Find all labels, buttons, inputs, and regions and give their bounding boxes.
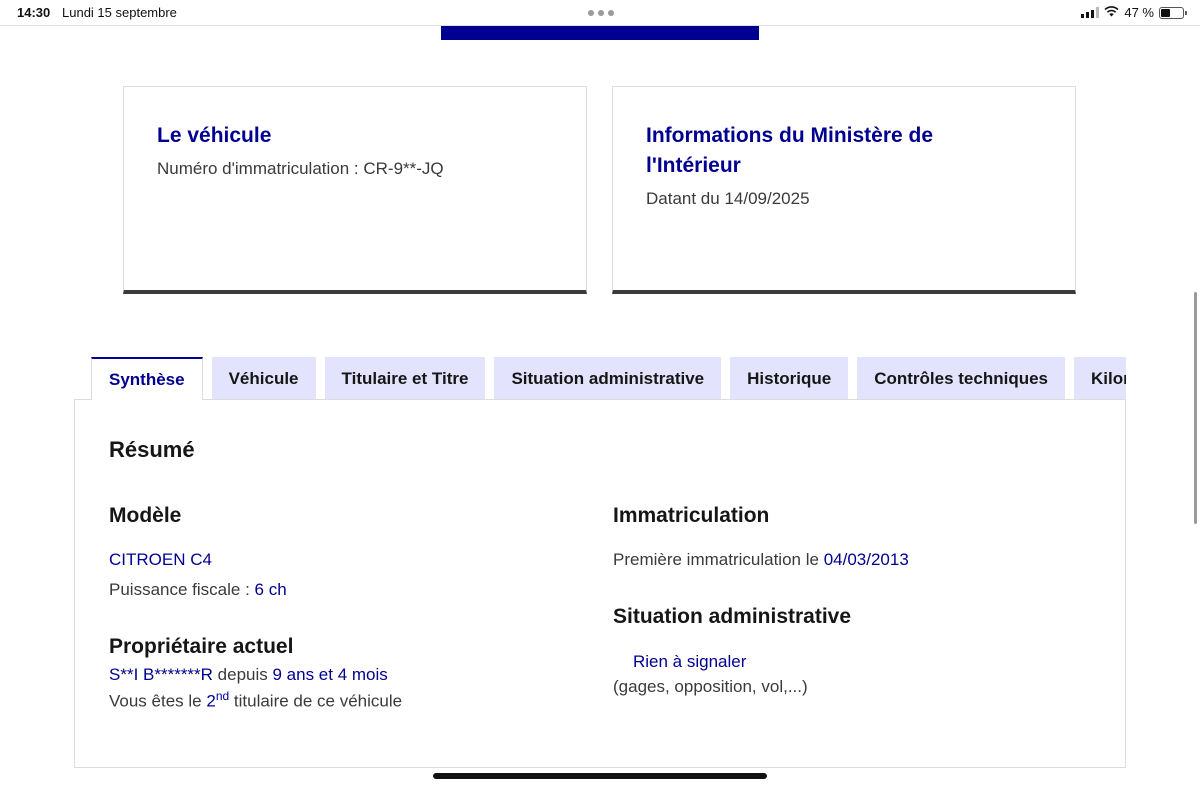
fiscal-power-value: 6 ch [254, 580, 287, 599]
fiscal-power: Puissance fiscale : 6 ch [109, 580, 287, 599]
scrollbar[interactable] [1194, 292, 1197, 524]
registration-number: Numéro d'immatriculation : CR-9**-JQ [157, 159, 444, 178]
vehicle-card-title: Le véhicule [157, 124, 272, 147]
tab-historique[interactable]: Historique [730, 357, 849, 400]
first-registration: Première immatriculation le 04/03/2013 [613, 550, 909, 569]
header-button-partial[interactable] [441, 26, 759, 40]
status-indicators: 47 % [1081, 5, 1187, 20]
admin-heading: Situation administrative [613, 605, 852, 628]
owner-heading: Propriétaire actuel [109, 635, 294, 658]
wifi-icon [1104, 5, 1119, 20]
owner-name: S**I B*******R [109, 665, 213, 684]
battery-icon [1159, 6, 1187, 19]
model-heading: Modèle [109, 504, 182, 527]
tab-situation-administrative[interactable]: Situation administrative [494, 357, 722, 400]
owner-rank: Vous êtes le 2nd titulaire de ce véhicul… [109, 689, 403, 711]
status-bar: 14:30 Lundi 15 septembre 47 % [0, 0, 1200, 26]
summary-title: Résumé [109, 437, 195, 462]
owner-line: S**I B*******R depuis 9 ans et 4 mois [109, 665, 388, 684]
status-time: 14:30 [17, 5, 51, 20]
tab-controles-techniques[interactable]: Contrôles techniques [857, 357, 1066, 400]
vehicle-card: Le véhicule Numéro d'immatriculation : C… [123, 86, 587, 294]
ministry-card: Informations du Ministère de l'Intérieur… [612, 86, 1076, 294]
registration-heading: Immatriculation [613, 504, 770, 527]
cellular-signal-icon [1081, 7, 1100, 18]
first-registration-date: 04/03/2013 [823, 550, 909, 569]
ministry-card-title: Informations du Ministère de l'Intérieur [646, 124, 934, 177]
admin-status: Rien à signaler [633, 652, 747, 671]
tab-kilometrage[interactable]: Kilométrage [1074, 357, 1126, 400]
home-indicator[interactable] [433, 773, 767, 779]
admin-note: (gages, opposition, vol,...) [613, 677, 808, 696]
tab-bar: Synthèse Véhicule Titulaire et Titre Sit… [91, 357, 1126, 400]
owner-duration: 9 ans et 4 mois [272, 665, 388, 684]
multitasking-dots-icon[interactable] [588, 10, 614, 16]
status-date: Lundi 15 septembre [62, 5, 177, 20]
tab-titulaire-titre[interactable]: Titulaire et Titre [324, 357, 486, 400]
tab-synthese[interactable]: Synthèse [91, 357, 203, 400]
battery-percent: 47 % [1124, 5, 1154, 20]
tab-vehicule[interactable]: Véhicule [211, 357, 316, 400]
model-name: CITROEN C4 [109, 550, 212, 569]
ministry-data-date: Datant du 14/09/2025 [646, 189, 810, 208]
